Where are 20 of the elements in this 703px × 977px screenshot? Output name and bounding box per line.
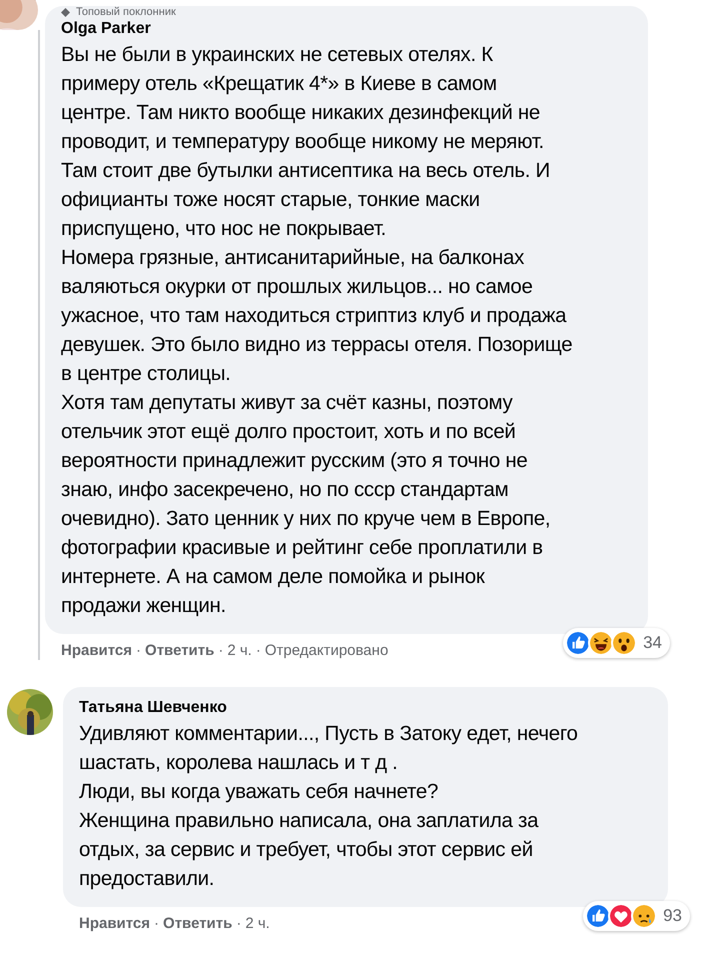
timestamp: 2 ч. [227, 641, 252, 661]
separator-dot: · [218, 641, 224, 661]
author-name[interactable]: Olga Parker [61, 18, 632, 40]
comment-text: Удивляют комментарии..., Пусть в Затоку едет, нечего шастать, королева нашлась и т д . Люди, вы когда уважать себя начнете? Женщина правильно написала, она заплатила за отдых, за сервис и требует, чтобы этот сервис ей предоставили. [79, 720, 579, 892]
reply-link[interactable]: Ответить [145, 640, 214, 662]
diamond-icon [61, 8, 70, 16]
like-link[interactable]: Нравится [79, 912, 150, 935]
badge-label: Топовый поклонник [76, 6, 176, 18]
reaction-count: 34 [643, 632, 662, 654]
reply-link[interactable]: Ответить [163, 912, 232, 935]
separator-dot: · [136, 641, 142, 661]
like-link[interactable]: Нравится [61, 640, 132, 662]
edited-label: Отредактировано [264, 641, 388, 661]
reaction-count: 93 [663, 904, 682, 927]
author-name[interactable]: Татьяна Шевченко [79, 696, 652, 718]
separator-dot: · [236, 914, 242, 934]
timestamp: 2 ч. [245, 914, 270, 934]
separator-dot: · [154, 914, 160, 934]
separator-dot: · [256, 641, 261, 661]
comment-text: Вы не были в украинских не сетевых отелях. К примеру отель «Крещатик 4*» в Киеве в самом центре. Там никто вообще никаких дезинфекций не проводит, и температуру вообще никому не меряют. Там стоит две бутылки антисептика на весь отель. И официанты тоже носят старые, тонкие маски приспущено, что нос не покрывает. Номера грязные, антисанитарийные, на балконах валяються окурки от прошлых жильцов... но самое ужасное, что там находиться стриптиз клуб и продажа девушек. Это было видно из террасы отеля. Позорище в центре столицы. Хотя там депутаты живут за счёт казны, поэтому отельчик этот ещё долго простоит, хоть и по всей вероятности принадлежит русским (это я точно не знаю, инфо засекречено, но по ссср стандартам очевидно). Зато ценник у них по круче чем в Европе, фотографии красивые и рейтинг себе проплатили в интернете. А на самом деле помойка и рынок продажи женщин. [61, 42, 574, 619]
